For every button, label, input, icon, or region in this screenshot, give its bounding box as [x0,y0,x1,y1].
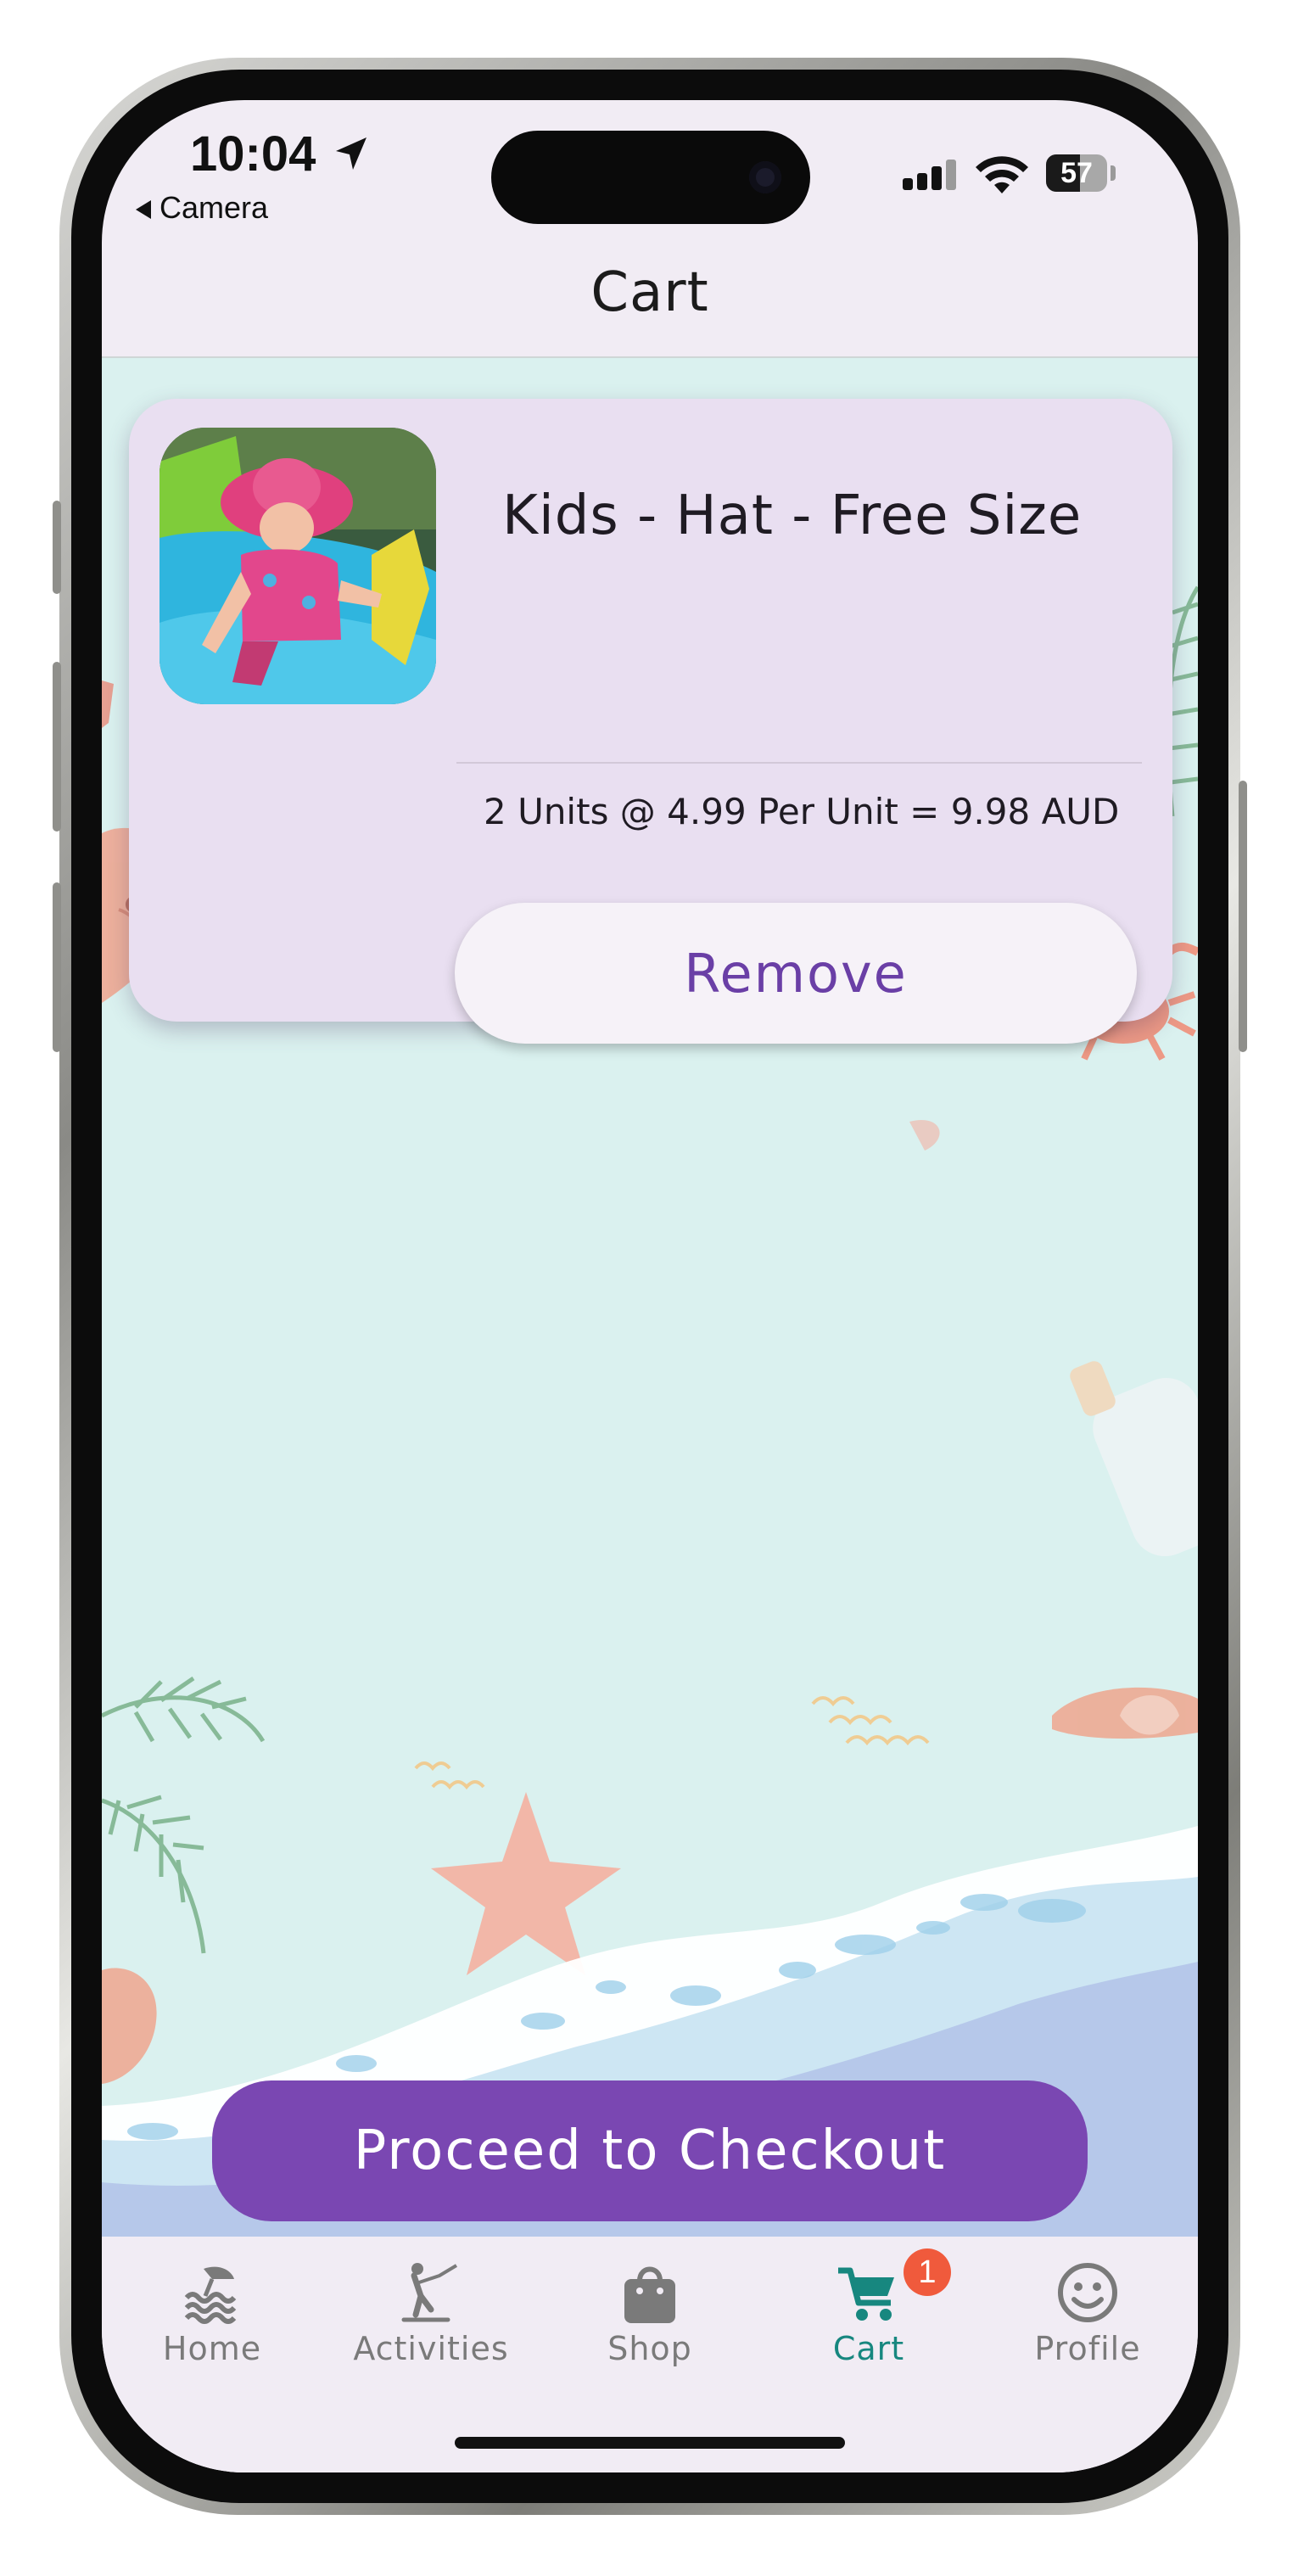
wifi-icon [976,156,1028,193]
shell-peek [909,1119,940,1151]
product-image [159,428,436,704]
tab-profile-label: Profile [1034,2330,1141,2367]
location-arrow-icon [336,137,366,170]
tab-cart[interactable]: 1 Cart [759,2248,978,2376]
proceed-to-checkout-button[interactable]: Proceed to Checkout [212,2080,1088,2221]
battery-cap [1111,165,1116,181]
tab-activities-label: Activities [353,2330,509,2367]
shopping-bag-icon [624,2266,675,2323]
product-photo [159,428,436,704]
card-divider [456,762,1142,764]
starfish [431,1792,621,1975]
dynamic-island [491,131,810,224]
shell-bottom-left [102,1968,157,2084]
tab-cart-label: Cart [832,2330,905,2367]
cart-item-card: Kids - Hat - Free Size 2 Units @ 4.99 Pe… [129,399,1172,1044]
home-indicator[interactable] [455,2437,845,2449]
message-bottle [1070,1361,1198,1557]
tab-shop-label: Shop [607,2330,692,2367]
product-name: Kids - Hat - Free Size [502,484,1083,547]
volume-up-button [53,662,61,832]
beach-waves-icon [184,2266,237,2324]
back-to-camera-link[interactable]: Camera [136,190,268,226]
battery-percentage: 57 [1060,157,1093,189]
palm-leaf-left [102,1676,266,1954]
cellular-signal-icon [903,160,956,190]
power-button [1239,781,1247,1052]
page-title: Cart [590,261,709,324]
shell-right [1052,1687,1198,1739]
remove-item-button[interactable]: Remove [455,903,1137,1044]
water-ski-icon [401,2263,458,2322]
seagull-marks [414,1696,930,1790]
status-time: 10:04 [190,126,316,182]
app-screen: 10:04 Camera 57 Cart Kids - Hat - Free S… [102,100,1198,2472]
tab-home[interactable]: Home [103,2248,322,2376]
coral-left [102,680,114,728]
tab-shop[interactable]: Shop [540,2248,759,2376]
cart-icon [838,2267,894,2321]
smiley-face-icon [1058,2263,1117,2322]
line-total: 2 Units @ 4.99 Per Unit = 9.98 AUD [484,791,1120,832]
back-triangle-icon [136,200,151,220]
volume-down-button [53,882,61,1052]
tab-profile[interactable]: Profile [978,2248,1197,2376]
tab-activities[interactable]: Activities [322,2248,540,2376]
bottom-tab-bar: Home Activities Shop 1 Cart Profile [102,2237,1198,2472]
cart-count-badge: 1 [904,2248,951,2296]
back-label: Camera [159,190,269,225]
action-button [53,501,61,594]
front-camera [749,161,781,193]
tab-home-label: Home [162,2330,262,2367]
